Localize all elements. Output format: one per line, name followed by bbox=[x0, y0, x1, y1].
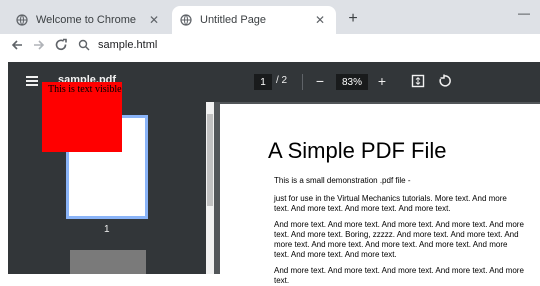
zoom-in-icon[interactable]: + bbox=[374, 73, 390, 89]
back-arrow-icon[interactable] bbox=[8, 36, 26, 54]
fit-page-icon[interactable] bbox=[410, 73, 426, 89]
page-total: / 2 bbox=[276, 75, 288, 86]
window-control-icon[interactable]: — bbox=[518, 6, 530, 20]
tab-title: Welcome to Chrome bbox=[36, 14, 137, 26]
page-thumbnail[interactable] bbox=[70, 250, 146, 274]
zoom-level[interactable]: 83% bbox=[336, 74, 368, 90]
menu-icon[interactable] bbox=[26, 76, 38, 86]
reload-icon[interactable] bbox=[52, 36, 70, 54]
rotate-icon[interactable] bbox=[436, 73, 452, 89]
new-tab-button[interactable]: + bbox=[344, 10, 362, 28]
tab-welcome[interactable]: Welcome to Chrome ✕ bbox=[8, 6, 170, 34]
tab-strip: Welcome to Chrome ✕ Untitled Page ✕ + — bbox=[0, 0, 540, 34]
close-icon[interactable]: ✕ bbox=[146, 12, 162, 28]
document-paragraph: This is a small demonstration .pdf file … bbox=[274, 176, 411, 185]
globe-icon bbox=[180, 14, 192, 26]
close-icon[interactable]: ✕ bbox=[312, 12, 328, 28]
forward-arrow-icon[interactable] bbox=[30, 36, 48, 54]
document-paragraph: And more text. And more text. And more t… bbox=[274, 266, 524, 285]
scrollbar-thumb[interactable] bbox=[207, 114, 213, 206]
address-text: sample.html bbox=[98, 39, 158, 51]
toolbar-divider bbox=[302, 74, 303, 90]
thumbnail-page-label: 1 bbox=[104, 224, 110, 235]
pdf-page: A Simple PDF File This is a small demons… bbox=[220, 104, 540, 285]
page-number-input[interactable]: 1 bbox=[254, 74, 272, 90]
document-paragraph: just for use in the Virtual Mechanics tu… bbox=[274, 194, 507, 213]
address-bar[interactable]: sample.html bbox=[78, 35, 532, 55]
browser-toolbar: sample.html bbox=[0, 34, 540, 56]
zoom-out-icon[interactable]: − bbox=[312, 73, 328, 89]
tab-untitled[interactable]: Untitled Page ✕ bbox=[172, 6, 336, 34]
search-icon bbox=[78, 38, 92, 52]
overlay-text: This is text visible bbox=[48, 84, 122, 95]
globe-icon bbox=[16, 14, 28, 26]
tab-title: Untitled Page bbox=[200, 14, 267, 26]
document-title: A Simple PDF File bbox=[268, 138, 447, 163]
document-paragraph: And more text. And more text. And more t… bbox=[274, 220, 524, 259]
